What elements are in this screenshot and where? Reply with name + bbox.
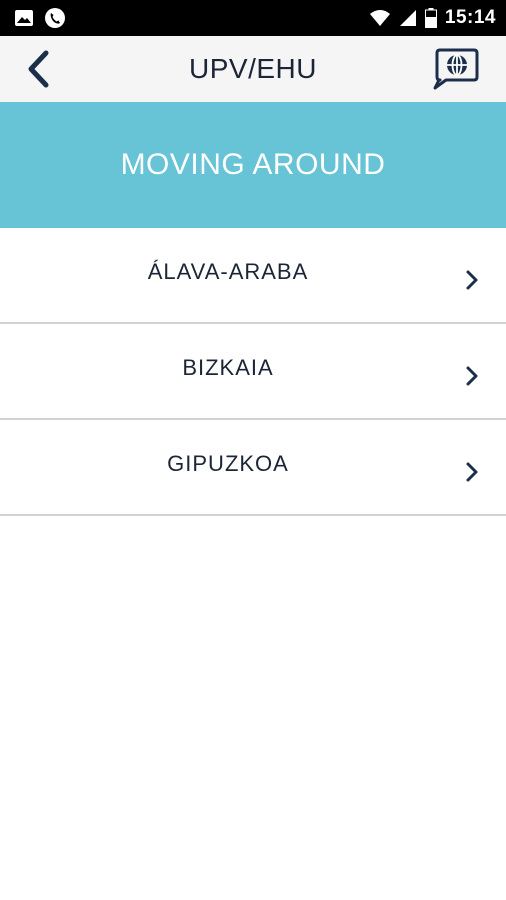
list-item-bizkaia[interactable]: BIZKAIA	[0, 324, 506, 420]
section-title: MOVING AROUND	[120, 148, 386, 181]
language-chat-icon	[433, 48, 479, 90]
region-list: ÁLAVA-ARABA BIZKAIA GIPUZKOA	[0, 228, 506, 516]
battery-icon	[424, 8, 437, 28]
section-header: MOVING AROUND	[0, 102, 506, 228]
signal-icon	[399, 9, 417, 27]
image-icon	[14, 9, 34, 27]
status-bar: 15:14	[0, 0, 506, 36]
list-item-label: ÁLAVA-ARABA	[147, 259, 309, 284]
list-item-alava-araba[interactable]: ÁLAVA-ARABA	[0, 228, 506, 324]
status-right: 15:14	[369, 7, 496, 29]
chevron-right-icon	[464, 460, 480, 484]
list-item-label: BIZKAIA	[182, 355, 274, 380]
back-button[interactable]	[24, 49, 52, 89]
list-item-gipuzkoa[interactable]: GIPUZKOA	[0, 420, 506, 516]
chevron-left-icon	[28, 50, 49, 88]
status-left	[14, 7, 66, 29]
status-time: 15:14	[444, 7, 496, 28]
list-item-label: GIPUZKOA	[167, 451, 289, 476]
phone-call-icon	[44, 7, 66, 29]
wifi-icon	[369, 9, 391, 27]
app-bar: UPV/EHU	[0, 36, 506, 102]
chevron-right-icon	[464, 364, 480, 388]
language-button[interactable]	[430, 47, 480, 91]
chevron-right-icon	[464, 268, 480, 292]
